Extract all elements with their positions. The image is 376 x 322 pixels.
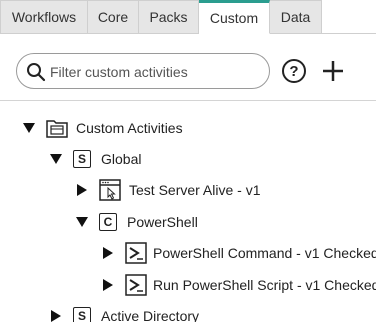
tree-node-active-directory[interactable]: S Active Directory [49,305,199,322]
category-icon: C [99,213,117,231]
tab-data[interactable]: Data [270,0,322,34]
tree-node-powershell-command[interactable]: PowerShell Command - v1 Checked out [101,242,376,264]
expand-right-icon[interactable] [75,183,89,197]
folder-icon [46,120,68,138]
tab-custom[interactable]: Custom [199,0,270,34]
expand-right-icon[interactable] [101,246,115,260]
tab-bar: Workflows Core Packs Custom Data [0,0,376,34]
tree-node-label: Run PowerShell Script - v1 Checked out [153,277,376,293]
tab-workflows[interactable]: Workflows [0,0,88,34]
filter-search-box[interactable] [16,53,270,89]
tree-node-label: PowerShell [127,214,198,230]
tree-node-global[interactable]: S Global [49,148,141,170]
expand-right-icon[interactable] [49,309,63,322]
activity-window-icon [99,179,121,201]
add-icon[interactable] [321,59,345,83]
tree-node-label: Test Server Alive - v1 [129,182,261,198]
tree-node-powershell[interactable]: C PowerShell [75,211,198,233]
terminal-icon [125,274,147,296]
tree-node-custom-activities[interactable]: Custom Activities [22,117,183,139]
custom-activities-panel: Workflows Core Packs Custom Data ? Custo… [0,0,376,322]
help-icon[interactable]: ? [282,59,306,83]
filter-custom-activities-input[interactable] [50,62,260,82]
tab-bar-fill [322,0,376,34]
tree-node-label: Global [101,151,142,167]
expand-down-icon[interactable] [49,152,63,166]
expand-down-icon[interactable] [22,121,36,135]
terminal-icon [125,242,147,264]
tree-node-label: Active Directory [101,308,200,322]
tree-node-label: PowerShell Command - v1 Checked out [153,245,376,261]
expand-right-icon[interactable] [101,278,115,292]
divider [0,100,376,101]
tree-node-test-server-alive[interactable]: Test Server Alive - v1 [75,179,261,201]
scope-icon: S [73,150,91,168]
tree-node-run-powershell-script[interactable]: Run PowerShell Script - v1 Checked out [101,274,376,296]
expand-down-icon[interactable] [75,215,89,229]
scope-icon: S [73,307,91,322]
tab-packs[interactable]: Packs [139,0,199,34]
tree-node-label: Custom Activities [76,120,183,136]
search-icon [27,63,46,82]
tab-core[interactable]: Core [88,0,139,34]
